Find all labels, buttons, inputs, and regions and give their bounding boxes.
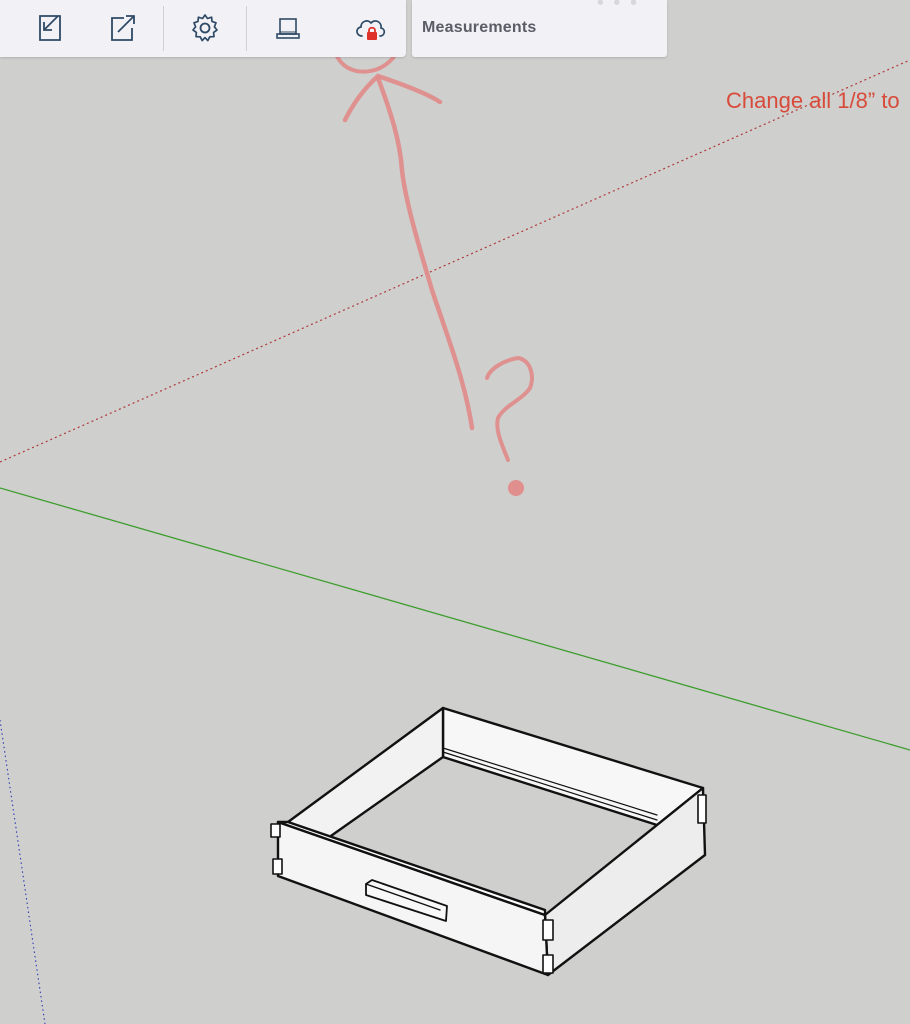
- drag-handle-icon[interactable]: • • •: [597, 0, 639, 15]
- toolbar-divider: [246, 6, 247, 51]
- laptop-icon: [276, 18, 300, 39]
- export-share-icon: [111, 15, 135, 41]
- sketch-question-dot: [508, 480, 524, 496]
- sketch-arrow-shaft: [375, 75, 475, 431]
- blue-axis-line: [0, 719, 46, 1024]
- sketch-question-mark: [485, 355, 534, 462]
- measurements-title: Measurements: [422, 19, 537, 36]
- gear-icon: [192, 14, 218, 42]
- cloud-button[interactable]: [352, 10, 388, 46]
- red-axis-line: [0, 59, 910, 463]
- annotation-note: Change all 1/8” to: [726, 88, 900, 113]
- import-button[interactable]: [32, 10, 68, 46]
- cloud-lock-icon: [356, 20, 386, 40]
- modeling-viewport[interactable]: [0, 0, 910, 1024]
- import-arrow-icon: [39, 15, 61, 41]
- measurements-panel[interactable]: • • • Measurements: [412, 0, 667, 57]
- settings-button[interactable]: [187, 10, 223, 46]
- drawer-model[interactable]: [270, 706, 707, 977]
- device-button[interactable]: [270, 10, 306, 46]
- top-toolbar: [0, 0, 406, 57]
- toolbar-divider: [163, 6, 164, 51]
- export-button[interactable]: [104, 10, 140, 46]
